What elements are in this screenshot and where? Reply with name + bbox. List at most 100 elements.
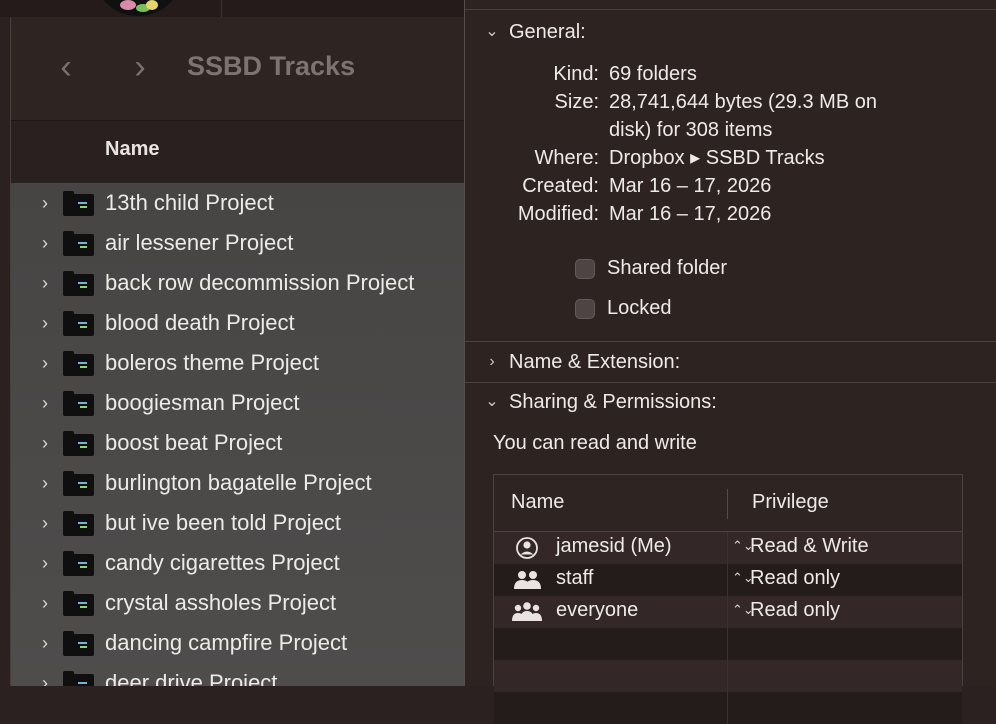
user-circle-icon: [512, 536, 542, 560]
list-item-label: deer drive Project: [105, 670, 278, 686]
list-item[interactable]: › burlington bagatelle Project: [11, 463, 471, 503]
chevron-right-icon[interactable]: ›: [42, 473, 48, 493]
divider: [465, 9, 996, 10]
stepper-icon: ⌃⌄: [732, 570, 754, 585]
section-general-title: General:: [509, 21, 586, 43]
folder-icon: [63, 591, 94, 616]
section-name-extension-header[interactable]: › Name & Extension:: [465, 342, 996, 382]
folder-icon: [63, 231, 94, 256]
list-item[interactable]: › 13th child Project: [11, 183, 471, 223]
chevron-right-icon[interactable]: ›: [42, 233, 48, 253]
list-item-label: boost beat Project: [105, 430, 283, 455]
privilege-select[interactable]: ⌃⌄Read & Write: [732, 535, 869, 558]
chevron-right-icon[interactable]: ›: [42, 673, 48, 686]
list-item-label: crystal assholes Project: [105, 590, 337, 615]
stepper-icon: ⌃⌄: [732, 538, 754, 553]
list-item-label: back row decommission Project: [105, 270, 415, 295]
folder-icon: [63, 671, 94, 686]
folder-icon: [63, 391, 94, 416]
list-item-label: dancing campfire Project: [105, 630, 348, 655]
table-row-empty: [494, 628, 962, 660]
chevron-right-icon[interactable]: ›: [42, 393, 48, 413]
table-row[interactable]: staff ⌃⌄Read only: [494, 564, 962, 596]
list-item[interactable]: › blood death Project: [11, 303, 471, 343]
chevron-right-icon[interactable]: ›: [42, 553, 48, 573]
chevron-right-icon[interactable]: ›: [484, 350, 500, 374]
chevron-down-icon[interactable]: ⌄: [484, 20, 500, 44]
permission-user: staff: [556, 567, 594, 589]
folder-icon: [63, 631, 94, 656]
list-item[interactable]: › boogiesman Project: [11, 383, 471, 423]
forward-icon[interactable]: ›: [125, 47, 155, 87]
chevron-right-icon[interactable]: ›: [42, 273, 48, 293]
where-value: Dropbox ▸ SSBD Tracks: [609, 147, 825, 169]
list-item[interactable]: › candy cigarettes Project: [11, 543, 471, 583]
list-item-label: but ive been told Project: [105, 510, 342, 535]
column-header-name[interactable]: Name: [511, 491, 564, 514]
list-item[interactable]: › back row decommission Project: [11, 263, 471, 303]
list-item[interactable]: › boost beat Project: [11, 423, 471, 463]
chevron-right-icon[interactable]: ›: [42, 193, 48, 213]
kind-value: 69 folders: [609, 63, 697, 85]
chevron-right-icon[interactable]: ›: [42, 513, 48, 533]
created-value: Mar 16 – 17, 2026: [609, 175, 772, 197]
privilege-value: Read & Write: [750, 535, 869, 557]
get-info-panel: ⌄ General: Kind: 69 folders Size: 28,741…: [464, 0, 996, 724]
table-row[interactable]: jamesid (Me) ⌃⌄Read & Write: [494, 532, 962, 564]
table-row-empty: [494, 660, 962, 692]
section-general-header[interactable]: ⌄ General:: [465, 12, 996, 52]
size-value-line1: 28,741,644 bytes (29.3 MB on: [609, 91, 877, 113]
list-item[interactable]: › crystal assholes Project: [11, 583, 471, 623]
modified-label: Modified:: [517, 203, 599, 225]
sharing-note: You can read and write: [493, 432, 697, 454]
list-item-label: burlington bagatelle Project: [105, 470, 372, 495]
list-item-label: candy cigarettes Project: [105, 550, 340, 575]
column-header: Name: [11, 120, 471, 184]
where-label: Where:: [534, 147, 599, 169]
table-row-empty: [494, 692, 962, 724]
list-item-label: blood death Project: [105, 310, 295, 335]
avatar[interactable]: [92, 0, 184, 16]
folder-icon: [63, 431, 94, 456]
list-item[interactable]: › dancing campfire Project: [11, 623, 471, 663]
table-row[interactable]: everyone ⌃⌄Read only: [494, 596, 962, 628]
privilege-select[interactable]: ⌃⌄Read only: [732, 567, 840, 590]
kind-label: Kind:: [553, 63, 599, 85]
chevron-right-icon[interactable]: ›: [42, 593, 48, 613]
folder-icon: [63, 191, 94, 216]
column-divider[interactable]: [727, 489, 728, 519]
column-header-privilege[interactable]: Privilege: [752, 491, 829, 514]
list-item[interactable]: › boleros theme Project: [11, 343, 471, 383]
shared-folder-checkbox[interactable]: [575, 259, 595, 279]
finder-toolbar: ‹ › SSBD Tracks: [11, 17, 471, 120]
list-item-label: air lessener Project: [105, 230, 294, 255]
list-item[interactable]: › air lessener Project: [11, 223, 471, 263]
column-header-name[interactable]: Name: [105, 138, 159, 161]
privilege-select[interactable]: ⌃⌄Read only: [732, 599, 840, 622]
chevron-right-icon[interactable]: ›: [42, 633, 48, 653]
permission-user: everyone: [556, 599, 639, 621]
section-sharing-header[interactable]: ⌄ Sharing & Permissions:: [465, 382, 996, 422]
size-value-line2: disk) for 308 items: [609, 119, 773, 141]
locked-checkbox[interactable]: [575, 299, 595, 319]
folder-icon: [63, 351, 94, 376]
chevron-right-icon[interactable]: ›: [42, 353, 48, 373]
folder-icon: [63, 511, 94, 536]
privilege-value: Read only: [750, 599, 841, 621]
window-title: SSBD Tracks: [187, 51, 356, 81]
permission-user: jamesid (Me): [556, 535, 672, 557]
divider: [221, 0, 222, 17]
list-item[interactable]: › but ive been told Project: [11, 503, 471, 543]
shared-folder-label: Shared folder: [607, 257, 728, 279]
modified-value: Mar 16 – 17, 2026: [609, 203, 772, 225]
list-item-label: boogiesman Project: [105, 390, 300, 415]
chevron-down-icon[interactable]: ⌄: [484, 390, 500, 414]
chevron-right-icon[interactable]: ›: [42, 433, 48, 453]
everyone-icon: [512, 600, 542, 624]
group-icon: [512, 568, 542, 592]
folder-icon: [63, 311, 94, 336]
folder-icon: [63, 271, 94, 296]
chevron-right-icon[interactable]: ›: [42, 313, 48, 333]
list-item[interactable]: › deer drive Project: [11, 663, 471, 686]
back-icon[interactable]: ‹: [51, 47, 81, 87]
